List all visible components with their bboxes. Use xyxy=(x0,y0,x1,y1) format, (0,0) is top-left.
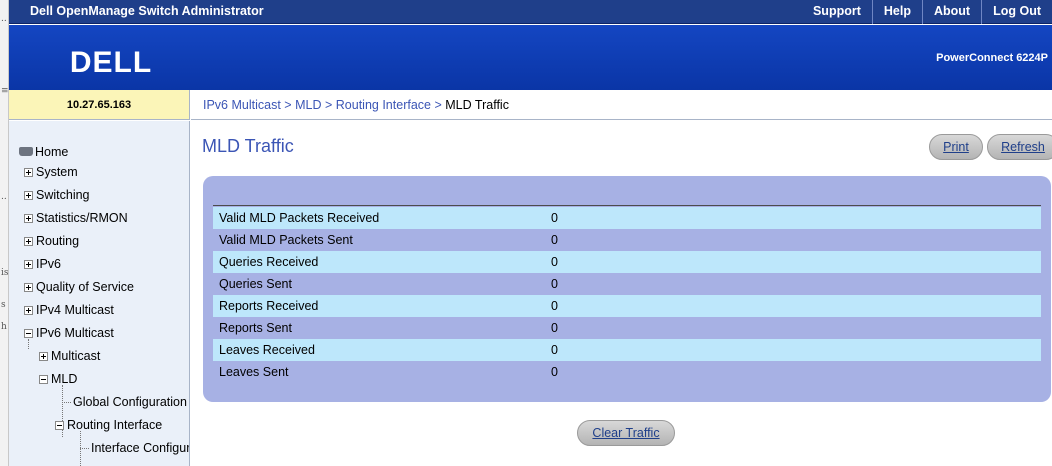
expand-plus-icon[interactable] xyxy=(24,306,33,315)
expand-plus-icon[interactable] xyxy=(39,352,48,361)
stat-row: Leaves Sent 0 xyxy=(213,361,1041,383)
dell-logo-text: DELL xyxy=(70,47,152,75)
top-bar: Dell OpenManage Switch Administrator Sup… xyxy=(9,0,1052,24)
sidebar-item-switching[interactable]: Switching xyxy=(24,188,90,202)
expand-plus-icon[interactable] xyxy=(24,283,33,292)
panel-divider xyxy=(213,205,1041,206)
tree-connector xyxy=(28,339,29,349)
stat-value: 0 xyxy=(551,299,558,313)
stat-row: Reports Sent 0 xyxy=(213,317,1041,339)
stat-row: Leaves Received 0 xyxy=(213,339,1041,361)
stat-row: Queries Received 0 xyxy=(213,251,1041,273)
dell-logo: DELL xyxy=(70,47,152,75)
logout-link[interactable]: Log Out xyxy=(981,0,1052,24)
stat-row: Valid MLD Packets Received 0 xyxy=(213,207,1041,229)
sidebar-item-ipv6[interactable]: IPv6 xyxy=(24,257,61,271)
sidebar-item-multicast[interactable]: Multicast xyxy=(39,349,100,363)
stat-label: Reports Received xyxy=(219,299,319,313)
mld-traffic-panel: Valid MLD Packets Received 0 Valid MLD P… xyxy=(203,176,1051,402)
breadcrumb-current: MLD Traffic xyxy=(445,98,509,112)
collapse-minus-icon[interactable] xyxy=(24,329,33,338)
main-content: MLD Traffic Print Refresh Valid MLD Pack… xyxy=(191,121,1052,466)
sidebar-item-ipv6-multicast[interactable]: IPv6 Multicast xyxy=(24,326,114,340)
stat-label: Valid MLD Packets Received xyxy=(219,211,380,225)
page-title: MLD Traffic xyxy=(202,136,294,156)
collapse-minus-icon[interactable] xyxy=(55,421,64,430)
clear-traffic-button[interactable]: Clear Traffic xyxy=(577,420,675,446)
stat-label: Reports Sent xyxy=(219,321,292,335)
stat-value: 0 xyxy=(551,233,558,247)
breadcrumb-routing-interface[interactable]: Routing Interface xyxy=(336,98,431,112)
about-link[interactable]: About xyxy=(921,0,981,24)
expand-plus-icon[interactable] xyxy=(24,214,33,223)
expand-plus-icon[interactable] xyxy=(24,237,33,246)
stat-row: Reports Received 0 xyxy=(213,295,1041,317)
stat-row: Queries Sent 0 xyxy=(213,273,1041,295)
sidebar-item-interface-configuration[interactable]: Interface Configuration xyxy=(91,441,189,455)
breadcrumb: IPv6 Multicast > MLD > Routing Interface… xyxy=(203,98,509,112)
expand-plus-icon[interactable] xyxy=(24,191,33,200)
sidebar-item-system[interactable]: System xyxy=(24,165,78,179)
tree-connector xyxy=(62,402,71,403)
stat-value: 0 xyxy=(551,343,558,357)
home-icon xyxy=(19,147,33,156)
stat-value: 0 xyxy=(551,255,558,269)
top-nav: Support Help About Log Out xyxy=(802,0,1052,24)
stat-label: Leaves Received xyxy=(219,343,315,357)
sidebar-item-routing[interactable]: Routing xyxy=(24,234,79,248)
breadcrumb-separator: > xyxy=(284,98,292,112)
breadcrumb-separator: > xyxy=(434,98,442,112)
sidebar-item-routing-interface[interactable]: Routing Interface xyxy=(55,418,162,432)
app-title: Dell OpenManage Switch Administrator xyxy=(30,4,264,18)
expand-plus-icon[interactable] xyxy=(24,260,33,269)
breadcrumb-mld[interactable]: MLD xyxy=(295,98,321,112)
collapse-minus-icon[interactable] xyxy=(39,375,48,384)
tree-connector xyxy=(80,448,89,449)
refresh-button[interactable]: Refresh xyxy=(987,134,1052,160)
support-link[interactable]: Support xyxy=(802,0,872,24)
breadcrumb-separator: > xyxy=(324,98,333,112)
breadcrumb-bar: IPv6 Multicast > MLD > Routing Interface… xyxy=(191,90,1052,120)
sidebar-item-home[interactable]: Home xyxy=(19,145,68,159)
stat-value: 0 xyxy=(551,277,558,291)
background-window-edge: .. ≡ .. is s h xyxy=(0,0,9,466)
ip-address: 10.27.65.163 xyxy=(66,99,132,111)
stat-label: Valid MLD Packets Sent xyxy=(219,233,353,247)
stat-label: Queries Received xyxy=(219,255,319,269)
stat-value: 0 xyxy=(551,365,558,379)
sidebar-item-global-configuration[interactable]: Global Configuration xyxy=(73,395,187,409)
stat-row: Valid MLD Packets Sent 0 xyxy=(213,229,1041,251)
sidebar-item-statistics-rmon[interactable]: Statistics/RMON xyxy=(24,211,128,225)
sidebar-nav-tree: Home System Switching Statistics/RMON Ro… xyxy=(9,121,190,466)
ip-address-box: 10.27.65.163 xyxy=(9,90,190,120)
stat-label: Leaves Sent xyxy=(219,365,289,379)
expand-plus-icon[interactable] xyxy=(24,168,33,177)
product-name: PowerConnect 6224P xyxy=(936,52,1048,64)
sidebar-item-mld[interactable]: MLD xyxy=(39,372,77,386)
sidebar-item-ipv4-multicast[interactable]: IPv4 Multicast xyxy=(24,303,114,317)
banner: DELL PowerConnect 6224P xyxy=(9,25,1052,90)
stat-value: 0 xyxy=(551,321,558,335)
sidebar-item-quality-of-service[interactable]: Quality of Service xyxy=(24,280,134,294)
stat-value: 0 xyxy=(551,211,558,225)
stat-label: Queries Sent xyxy=(219,277,292,291)
breadcrumb-ipv6-multicast[interactable]: IPv6 Multicast xyxy=(203,98,281,112)
switch-admin-window: Dell OpenManage Switch Administrator Sup… xyxy=(9,0,1052,466)
print-button[interactable]: Print xyxy=(929,134,983,160)
help-link[interactable]: Help xyxy=(871,0,922,24)
